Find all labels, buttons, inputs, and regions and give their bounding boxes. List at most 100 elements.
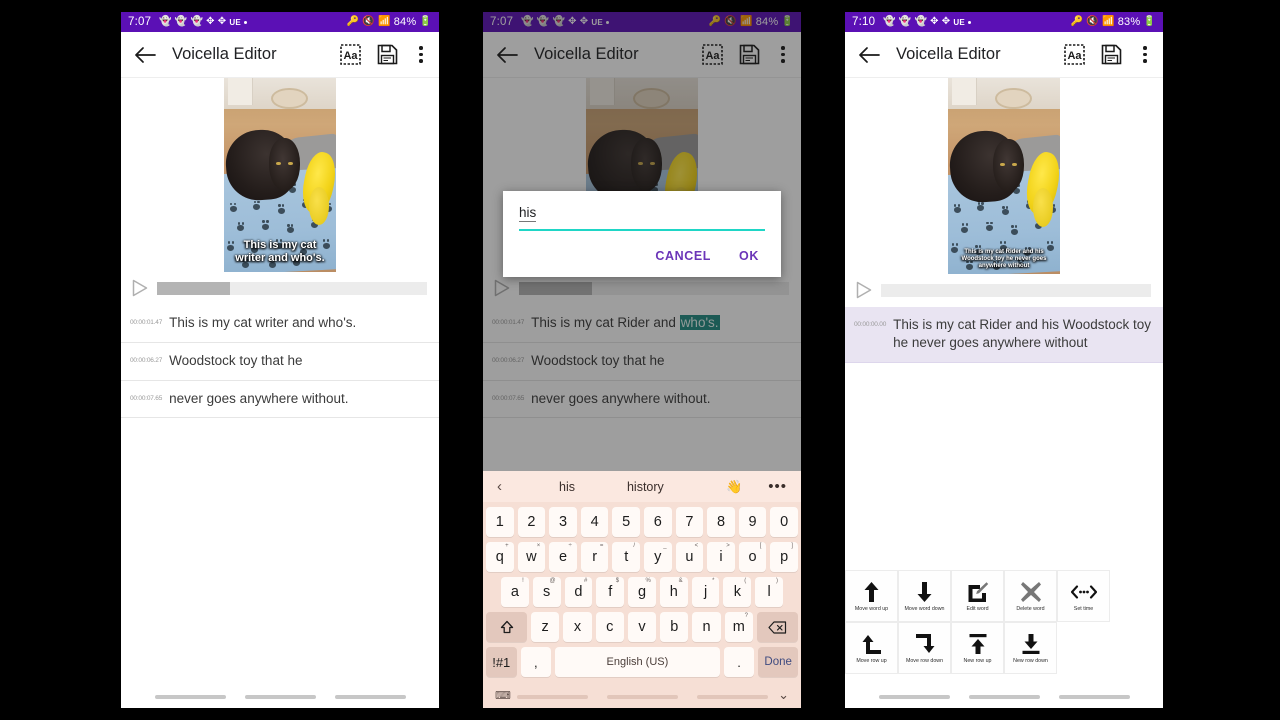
key-1[interactable]: 1 [486,507,514,537]
key-sup: # [583,578,588,584]
battery-icon: 🔋 [1143,16,1156,27]
video-frame[interactable]: This is my cat writer and who's. [224,78,336,272]
table-row[interactable]: 00:00:01.47 This is my cat writer and wh… [121,305,439,343]
key-2[interactable]: 2 [517,507,546,537]
save-floppy-icon[interactable] [1099,43,1123,67]
nav-pill[interactable] [334,695,406,699]
key-5[interactable]: 5 [612,507,640,537]
table-row[interactable]: 00:00:07.65 never goes anywhere without. [121,381,439,419]
key-a[interactable]: ! a [500,577,529,607]
key-d[interactable]: # d [564,577,593,607]
key-g[interactable]: % g [628,577,656,607]
ok-button[interactable]: OK [739,249,759,263]
key-o[interactable]: [o [738,542,767,572]
tool-label: Edit word [966,606,989,613]
key-t[interactable]: / t [612,542,640,572]
video-frame[interactable]: This is my cat Rider and his Woodstock t… [948,78,1060,274]
suggestion-0[interactable]: his [559,480,575,494]
overflow-menu-icon[interactable] [412,46,430,63]
key-l[interactable]: ) l [755,577,784,607]
hand-emoji-icon[interactable]: 👋 [726,479,742,495]
key-j[interactable]: * j [691,577,720,607]
nav-pill[interactable] [696,695,768,699]
move-row-up-button[interactable]: Move row up [845,622,898,674]
key-b[interactable]: b [660,612,689,642]
word-input[interactable]: his [519,205,765,231]
comma-key[interactable]: , [520,647,552,677]
video-preview[interactable]: This is my cat Rider and his Woodstock t… [845,78,1163,274]
key-i[interactable]: > i [707,542,735,572]
key-label: j [703,584,708,600]
key-4[interactable]: 4 [580,507,609,537]
table-row[interactable]: 00:00:00.00 This is my cat Rider and his… [845,307,1163,363]
row-text[interactable]: This is my cat writer and who's. [169,314,356,332]
nav-pill[interactable] [516,695,588,699]
move-row-down-button[interactable]: Move row down [898,622,951,674]
key-v[interactable]: v [627,612,657,642]
nav-pill[interactable] [968,695,1040,699]
battery-percent: 84% [393,16,417,28]
symbols-key[interactable]: !#1 [486,647,517,677]
key-7[interactable]: 7 [675,507,704,537]
key-9[interactable]: 9 [738,507,767,537]
suggestion-1[interactable]: history [627,480,664,494]
new-row-up-button[interactable]: New row up [951,622,1004,674]
back-button[interactable] [132,42,158,68]
key-f[interactable]: $ f [596,577,625,607]
row-text[interactable]: This is my cat Rider and his Woodstock t… [893,316,1153,352]
key-8[interactable]: 8 [707,507,735,537]
key-z[interactable]: z [531,612,560,642]
key-6[interactable]: 6 [644,507,672,537]
text-format-icon[interactable]: Aa [1062,43,1086,67]
play-icon[interactable] [132,279,148,297]
seek-bar[interactable] [157,281,427,295]
text-format-icon[interactable]: Aa [338,43,362,67]
key-0[interactable]: 0 [770,507,798,537]
cancel-button[interactable]: CANCEL [655,249,711,263]
play-icon[interactable] [856,281,872,299]
space-key[interactable]: English (US) [555,647,720,677]
set-time-button[interactable]: Set time [1057,570,1110,622]
key-u[interactable]: < u [675,542,704,572]
transcript-list: 00:00:01.47 This is my cat writer and wh… [121,305,439,419]
nav-pill[interactable] [154,695,226,699]
key-k[interactable]: (k [723,577,752,607]
nav-pill[interactable] [1058,695,1130,699]
video-preview[interactable]: This is my cat writer and who's. [121,78,439,272]
key-q[interactable]: + q [486,542,514,572]
edit-word-button[interactable]: Edit word [951,570,1004,622]
key-c[interactable]: c [595,612,624,642]
keyboard-more-icon[interactable]: ••• [768,478,787,495]
chevron-left-icon[interactable]: ‹ [497,478,523,495]
key-r[interactable]: = r [580,542,609,572]
shift-key[interactable] [486,612,528,642]
overflow-menu-icon[interactable] [1136,46,1154,63]
backspace-key[interactable] [756,612,798,642]
key-h[interactable]: & h [659,577,688,607]
delete-word-button[interactable]: Delete word [1004,570,1057,622]
back-button[interactable] [856,42,882,68]
nav-pill[interactable] [878,695,950,699]
period-key[interactable]: . [723,647,755,677]
key-w[interactable]: × w [517,542,546,572]
move-word-up-button[interactable]: Move word up [845,570,898,622]
key-3[interactable]: 3 [549,507,577,537]
new-row-down-button[interactable]: New row down [1004,622,1057,674]
key-y[interactable]: _ y [644,542,672,572]
key-m[interactable]: ? m [724,612,753,642]
move-word-down-button[interactable]: Move word down [898,570,951,622]
done-key[interactable]: Done [758,647,798,677]
key-e[interactable]: ÷ e [549,542,577,572]
key-p[interactable]: ] p [770,542,798,572]
table-row[interactable]: 00:00:06.27 Woodstock toy that he [121,343,439,381]
key-x[interactable]: x [563,612,592,642]
turn-down-arrow-icon [914,631,936,657]
key-n[interactable]: n [692,612,721,642]
key-s[interactable]: @ s [532,577,561,607]
save-floppy-icon[interactable] [375,43,399,67]
row-text[interactable]: never goes anywhere without. [169,390,348,408]
nav-pill[interactable] [606,695,678,699]
seek-bar[interactable] [881,283,1151,297]
nav-pill[interactable] [244,695,316,699]
row-text[interactable]: Woodstock toy that he [169,352,302,370]
